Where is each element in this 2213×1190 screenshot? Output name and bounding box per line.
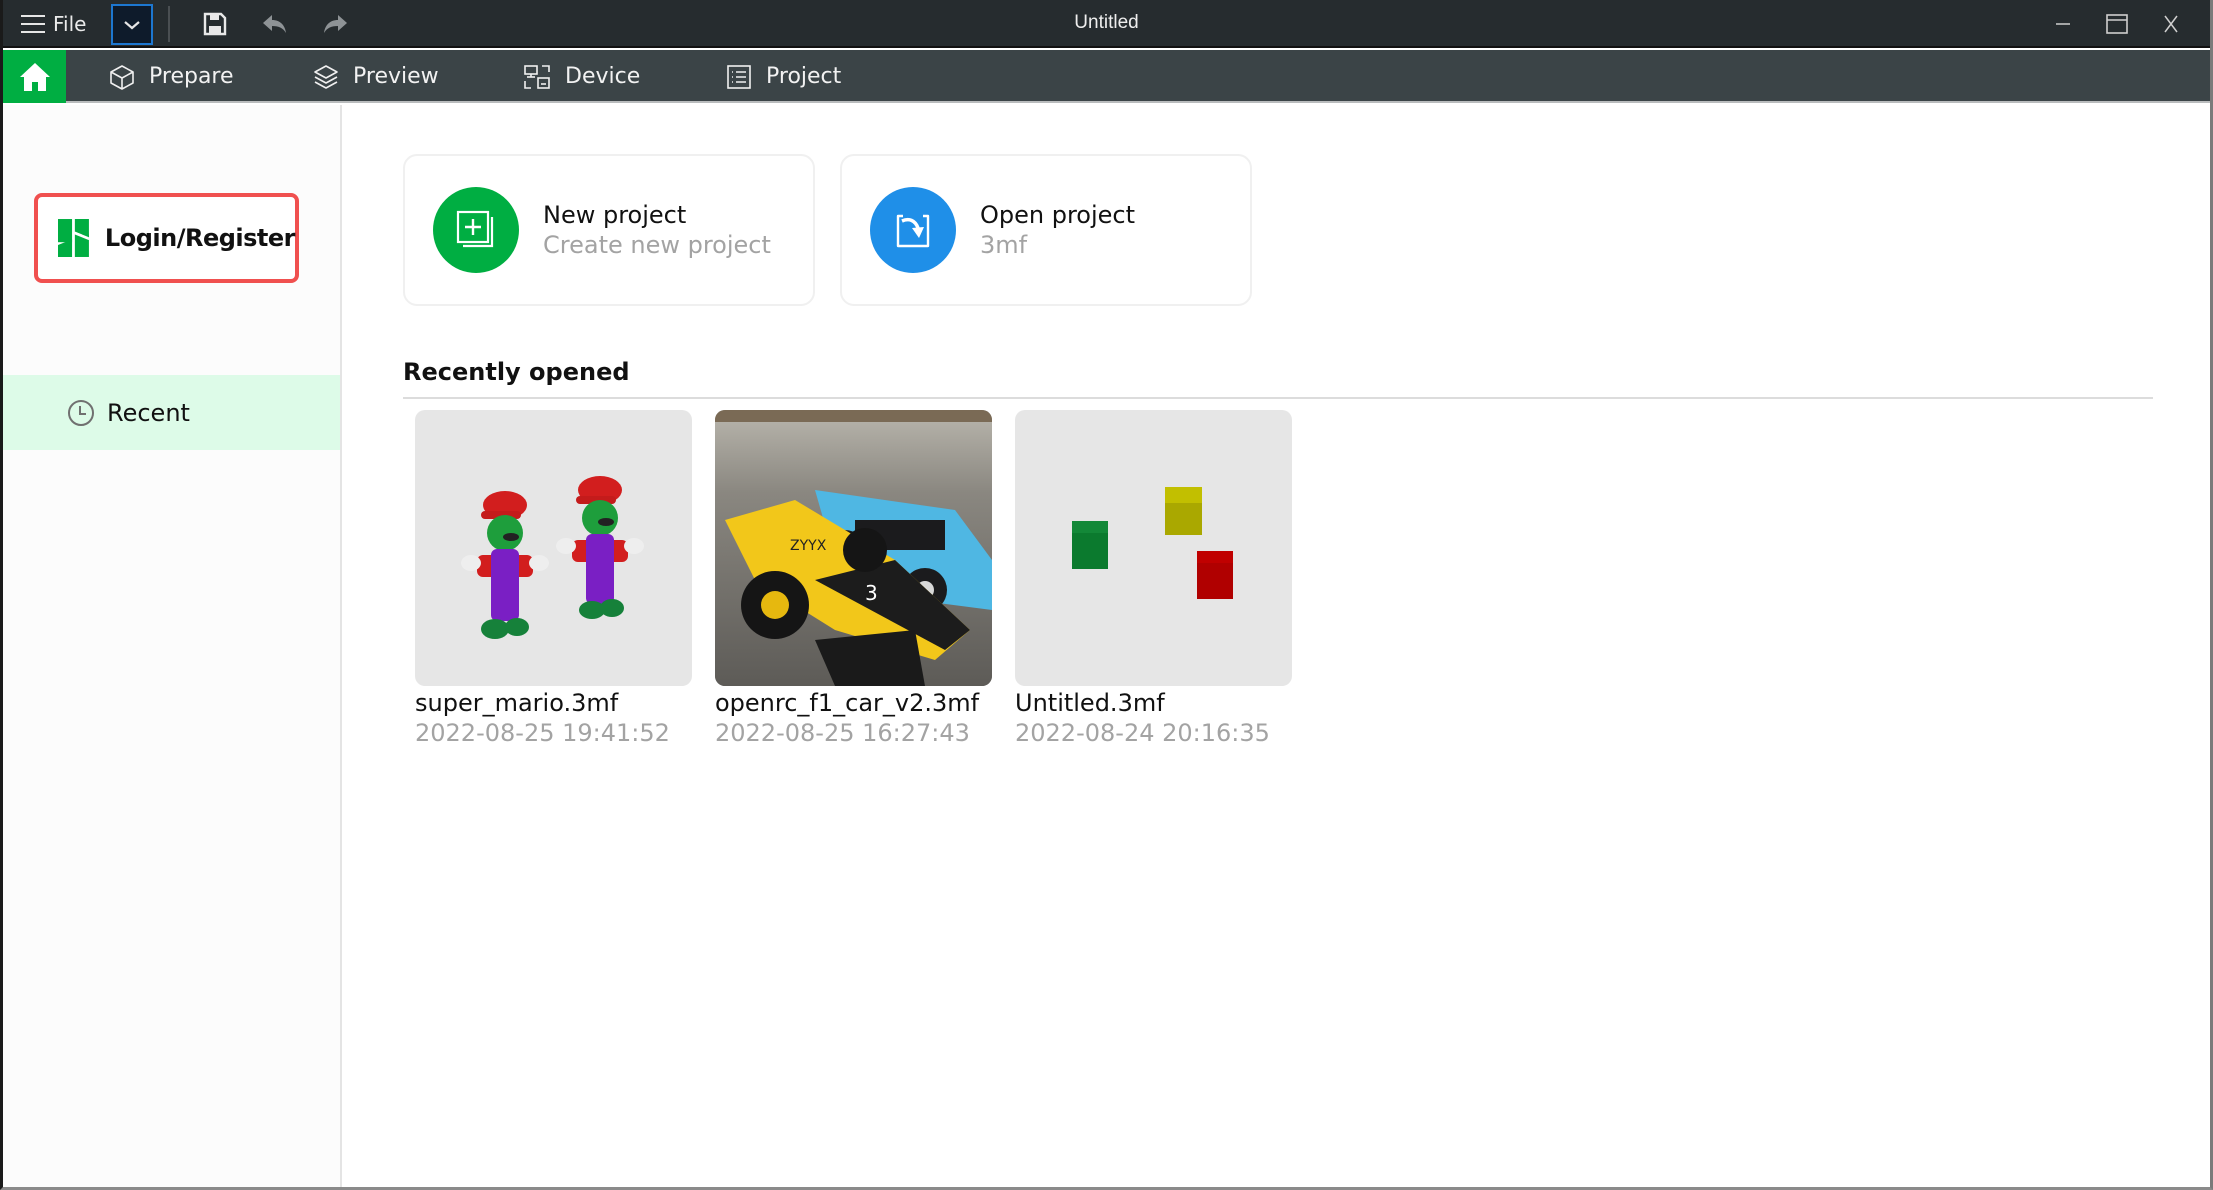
- tab-preview-label: Preview: [353, 64, 439, 89]
- tab-device[interactable]: Device: [523, 50, 640, 103]
- minimize-icon: [2056, 23, 2070, 25]
- recent-file-name: super_mario.3mf: [415, 689, 619, 717]
- open-project-title: Open project: [980, 201, 1136, 229]
- open-project-button[interactable]: Open project 3mf: [840, 154, 1252, 306]
- recent-file-thumbnail[interactable]: [415, 410, 692, 686]
- bambu-logo-icon: [58, 219, 89, 257]
- new-project-title: New project: [543, 201, 687, 229]
- recent-file-date: 2022-08-24 20:16:35: [1015, 719, 1270, 747]
- sidebar: Login/Register Recent: [3, 105, 342, 1187]
- clock-icon: [68, 399, 94, 426]
- svg-text:3: 3: [865, 581, 878, 605]
- sidebar-item-recent-label: Recent: [107, 398, 190, 427]
- maximize-button[interactable]: [2097, 8, 2137, 40]
- open-project-icon: [896, 214, 930, 248]
- cube-icon: [110, 64, 134, 90]
- tab-device-label: Device: [565, 64, 641, 89]
- new-project-icon-circle: [433, 187, 519, 273]
- close-button[interactable]: [2151, 8, 2191, 40]
- login-register-label: Login/Register: [104, 224, 296, 252]
- title-bar: File Untitled: [3, 0, 2210, 48]
- layers-icon: [314, 64, 338, 89]
- minimize-button[interactable]: [2043, 8, 2083, 40]
- recent-file-item[interactable]: 3 ZYYX openrc_f1_car_v2.3mf 2022-08-25 1…: [715, 410, 992, 748]
- recently-opened-heading: Recently opened: [403, 358, 630, 386]
- section-divider: [403, 397, 2153, 399]
- recent-file-date: 2022-08-25 16:27:43: [715, 719, 970, 747]
- f1-car-photo-thumbnail: 3 ZYYX: [715, 410, 992, 686]
- recent-file-thumbnail[interactable]: [1015, 410, 1292, 686]
- open-project-icon-circle: [870, 187, 956, 273]
- home-content: New project Create new project Open proj…: [344, 105, 2210, 1187]
- window-title: Untitled: [1074, 12, 1139, 33]
- tab-prepare[interactable]: Prepare: [109, 50, 234, 103]
- recent-file-thumbnail[interactable]: 3 ZYYX: [715, 410, 992, 686]
- tab-project-label: Project: [766, 64, 842, 89]
- open-project-subtitle: 3mf: [980, 231, 1028, 259]
- tab-home[interactable]: [3, 50, 66, 103]
- home-icon: [19, 62, 50, 91]
- recent-file-item[interactable]: Untitled.3mf 2022-08-24 20:16:35: [1015, 410, 1292, 748]
- mario-models-thumbnail: [461, 476, 644, 639]
- recent-file-name: Untitled.3mf: [1015, 689, 1165, 717]
- new-project-button[interactable]: New project Create new project: [403, 154, 815, 306]
- maximize-icon: [2106, 14, 2128, 34]
- close-icon: [2164, 15, 2178, 33]
- recent-file-item[interactable]: super_mario.3mf 2022-08-25 19:41:52: [415, 410, 692, 748]
- new-project-icon: [456, 210, 494, 248]
- sidebar-item-recent[interactable]: Recent: [3, 375, 340, 450]
- recent-file-name: openrc_f1_car_v2.3mf: [715, 689, 980, 717]
- new-project-subtitle: Create new project: [543, 231, 771, 259]
- tab-project[interactable]: Project: [726, 50, 841, 103]
- colored-blocks-thumbnail: [1072, 487, 1233, 599]
- app-window: File Untitled Prepare Preview Device Pro…: [0, 0, 2213, 1190]
- login-register-button[interactable]: Login/Register: [34, 193, 299, 283]
- tab-preview[interactable]: Preview: [313, 50, 439, 103]
- recent-file-date: 2022-08-25 19:41:52: [415, 719, 670, 747]
- list-icon: [727, 64, 751, 89]
- tab-prepare-label: Prepare: [149, 64, 234, 89]
- main-tab-bar: Prepare Preview Device Project: [3, 50, 2210, 103]
- device-icon: [524, 64, 550, 89]
- svg-text:ZYYX: ZYYX: [790, 538, 827, 554]
